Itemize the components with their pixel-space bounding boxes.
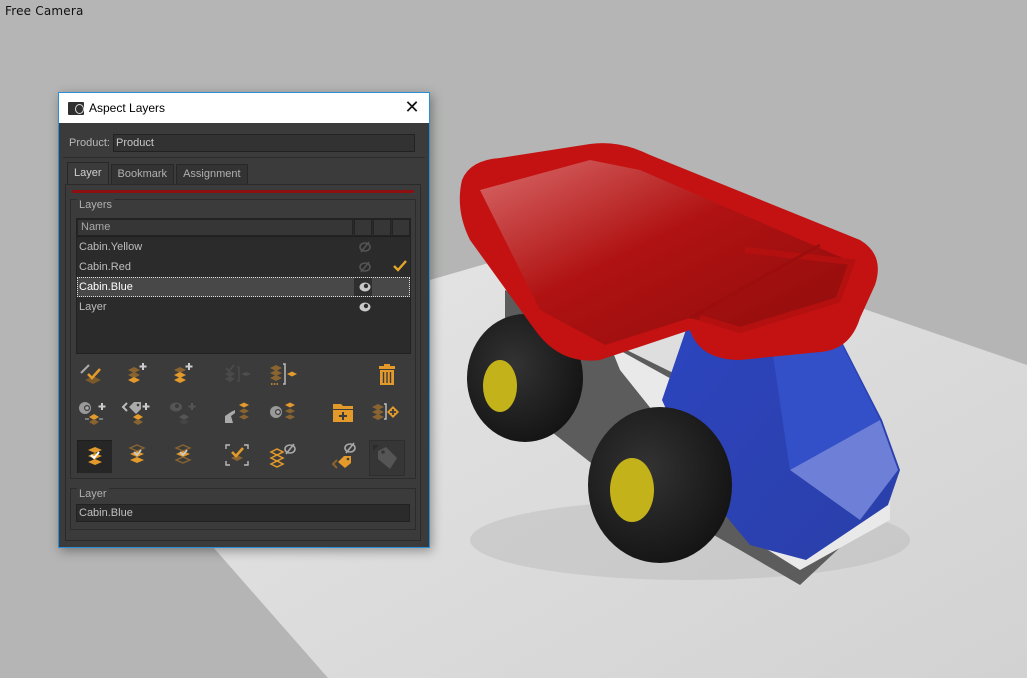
layer-tab-panel: Layers Name Cabin.Yellow Cabin.Red Cabin… <box>65 184 421 541</box>
show-checked-layer-icon <box>174 444 192 464</box>
aspect-layers-dialog: Aspect Layers ✕ Product: Product Layer B… <box>58 92 430 548</box>
create-bookmark-button[interactable] <box>369 398 401 428</box>
tab-bar: Layer Bookmark Assignment <box>67 162 250 184</box>
front-wheel <box>588 407 732 563</box>
eye-hidden-icon[interactable] <box>358 240 372 254</box>
hand-layers-icon <box>225 402 249 423</box>
add-visibility-to-layer-icon <box>170 402 196 425</box>
tab-assignment[interactable]: Assignment <box>176 164 248 184</box>
tab-layer[interactable]: Layer <box>67 162 109 184</box>
delete-layer-button[interactable] <box>371 360 403 390</box>
list-item[interactable]: Cabin.Yellow <box>77 237 410 257</box>
app-icon <box>68 101 84 115</box>
tag-icon <box>373 445 397 469</box>
merge-checked-layers-button[interactable] <box>221 360 253 390</box>
add-appearance-to-layer-button[interactable] <box>77 398 109 428</box>
new-layer-from-selection-button[interactable] <box>167 360 199 390</box>
select-layer-objects-button[interactable] <box>221 440 253 470</box>
merge-all-layers-icon <box>270 363 297 385</box>
tag-filter-button[interactable] <box>369 440 405 476</box>
add-tag-to-layer-button[interactable] <box>121 398 153 428</box>
show-checked-layers-icon <box>128 444 146 463</box>
add-tag-to-layer-icon <box>121 402 150 425</box>
hide-all-layers-icon <box>269 443 296 468</box>
hide-all-layers-button[interactable] <box>267 440 299 470</box>
layers-bookmark-add-icon <box>372 403 399 420</box>
list-item[interactable]: Cabin.Red <box>77 257 410 277</box>
layers-group: Layers Name Cabin.Yellow Cabin.Red Cabin… <box>70 199 416 479</box>
merge-checked-layers-icon <box>225 364 251 382</box>
layer-group-label: Layer <box>77 488 109 500</box>
select-layer-objects-icon <box>225 444 249 466</box>
product-row: Product: Product <box>69 134 415 152</box>
show-checked-layers-button[interactable] <box>121 440 153 470</box>
hide-tagged-button[interactable] <box>327 440 359 470</box>
close-button[interactable]: ✕ <box>403 98 421 116</box>
dialog-titlebar[interactable]: Aspect Layers ✕ <box>59 93 429 123</box>
trash-icon <box>379 364 395 385</box>
new-layer-icon <box>128 363 147 383</box>
list-item[interactable]: Layer <box>77 297 410 317</box>
folder-add-icon <box>333 404 353 422</box>
layers-group-label: Layers <box>77 199 115 211</box>
active-check-icon[interactable] <box>393 259 407 273</box>
layer-name-field[interactable]: Cabin.Blue <box>76 504 410 522</box>
product-label: Product: <box>69 137 110 149</box>
column-header-active[interactable] <box>392 219 410 236</box>
active-indicator-bar <box>72 190 414 193</box>
layers-list[interactable]: Name Cabin.Yellow Cabin.Red Cabin.Blue L… <box>76 218 411 354</box>
pick-activate-layer-button[interactable] <box>77 360 109 390</box>
add-appearance-to-layer-icon <box>79 402 106 425</box>
add-visibility-to-layer-button[interactable] <box>167 398 199 428</box>
dialog-title: Aspect Layers <box>89 101 166 115</box>
tab-bookmark[interactable]: Bookmark <box>110 164 175 184</box>
new-layer-button[interactable] <box>121 360 153 390</box>
pick-activate-layer-icon <box>80 364 101 384</box>
show-active-layer-button[interactable] <box>77 440 112 473</box>
merge-all-layers-button[interactable] <box>267 360 299 390</box>
eye-hidden-icon[interactable] <box>358 260 372 274</box>
column-header-lock[interactable] <box>373 219 391 236</box>
assign-selection-to-layer-button[interactable] <box>221 398 253 428</box>
eye-icon[interactable] <box>358 300 372 314</box>
assign-appearance-to-layer-button[interactable] <box>267 398 299 428</box>
list-item-selected[interactable]: Cabin.Blue <box>77 277 410 297</box>
appearance-layers-icon <box>270 402 295 420</box>
product-field[interactable]: Product <box>113 134 415 152</box>
new-layer-from-selection-icon <box>174 363 193 383</box>
column-header-name[interactable]: Name <box>77 219 353 236</box>
divider <box>63 157 425 158</box>
camera-mode-label: Free Camera <box>5 4 84 18</box>
show-checked-layer-button[interactable] <box>167 440 199 470</box>
column-header-visibility[interactable] <box>354 219 372 236</box>
eye-icon[interactable] <box>358 280 372 294</box>
show-active-layer-icon <box>88 447 102 465</box>
new-layer-folder-button[interactable] <box>327 398 359 428</box>
list-header: Name <box>77 219 410 237</box>
layer-group: Layer Cabin.Blue <box>70 488 416 530</box>
hide-tagged-icon <box>331 442 356 469</box>
